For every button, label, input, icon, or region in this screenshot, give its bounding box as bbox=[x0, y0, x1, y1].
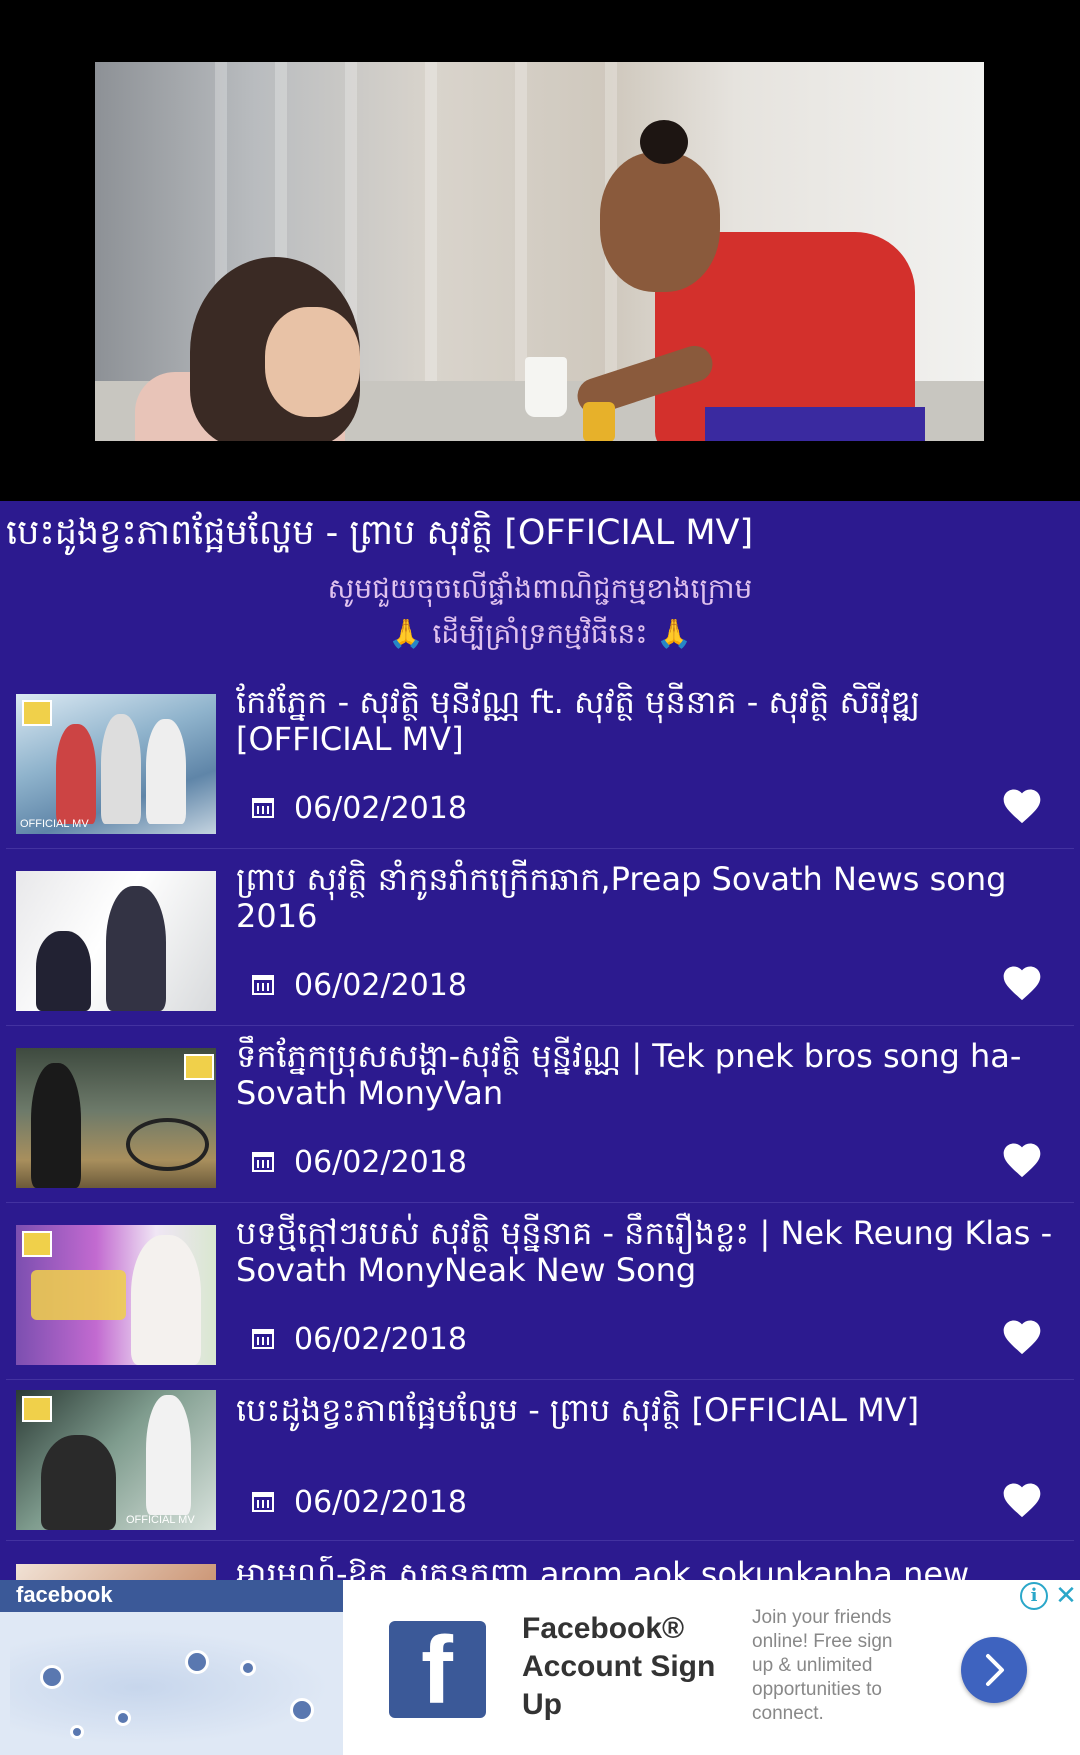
video-player[interactable] bbox=[0, 0, 1080, 501]
video-date: 06/02/2018 bbox=[294, 1144, 467, 1180]
video-thumbnail[interactable] bbox=[16, 1564, 216, 1580]
calendar-icon bbox=[252, 798, 274, 818]
video-thumbnail[interactable] bbox=[16, 1225, 216, 1365]
heart-icon[interactable] bbox=[1000, 1315, 1044, 1359]
list-item[interactable]: បទថ្មីក្តៅៗរបស់ សុវត្ថិ មុន្នីនាគ - នឹករ… bbox=[6, 1203, 1074, 1380]
video-date-row: 06/02/2018 bbox=[252, 965, 467, 1005]
channel-logo-icon bbox=[22, 1396, 52, 1422]
channel-logo-icon bbox=[22, 700, 52, 726]
calendar-icon bbox=[252, 1492, 274, 1512]
heart-icon[interactable] bbox=[1000, 1138, 1044, 1182]
list-item-partial[interactable]: អារម្មណ៍-ឱក សុគន្ធកញ្ញា arom aok sokunka… bbox=[0, 1556, 1080, 1580]
video-date-row: 06/02/2018 bbox=[252, 1482, 467, 1522]
close-icon[interactable]: ✕ bbox=[1052, 1582, 1080, 1610]
video-thumbnail[interactable]: OFFICIAL MV bbox=[16, 694, 216, 834]
heart-icon[interactable] bbox=[1000, 784, 1044, 828]
video-date: 06/02/2018 bbox=[294, 1321, 467, 1357]
ad-description: Join your friends online! Free sign up &… bbox=[752, 1607, 893, 1724]
support-line-1: សូមជួយចុចលើផ្ទាំងពាណិជ្ជកម្មខាងក្រោម bbox=[327, 572, 753, 605]
thumbnail-caption: OFFICIAL MV bbox=[126, 1514, 195, 1526]
video-date: 06/02/2018 bbox=[294, 967, 467, 1003]
video-title[interactable]: ព្រាប សុវត្ថិ នាំកូនរាំកក្រើកឆាក,Preap S… bbox=[236, 861, 1056, 935]
video-thumbnail[interactable] bbox=[16, 871, 216, 1011]
list-item[interactable]: ព្រាប សុវត្ថិ នាំកូនរាំកក្រើកឆាក,Preap S… bbox=[6, 849, 1074, 1026]
support-line-2-text: ដើម្បីគ្រាំទ្រកម្មវិធីនេះ bbox=[432, 617, 648, 650]
now-playing-title: បេះដូងខ្វះភាពផ្អែមល្ហែម - ព្រាប សុវត្ថិ … bbox=[6, 513, 754, 553]
video-title[interactable]: បេះដូងខ្វះភាពផ្អែមល្ហែម - ព្រាប សុវត្ថិ … bbox=[236, 1392, 1056, 1429]
ad-info-icon[interactable]: i bbox=[1020, 1582, 1048, 1610]
list-item[interactable]: ទឹកភ្នែកប្រុសសង្ហា-សុវត្ថិ មុន្នីវណ្ណ | … bbox=[6, 1026, 1074, 1203]
heart-icon[interactable] bbox=[1000, 961, 1044, 1005]
video-title[interactable]: អារម្មណ៍-ឱក សុគន្ធកញ្ញា arom aok sokunka… bbox=[236, 1556, 1056, 1580]
video-thumbnail[interactable] bbox=[16, 1048, 216, 1188]
ad-title[interactable]: Facebook® Account Sign Up bbox=[522, 1610, 722, 1724]
video-date: 06/02/2018 bbox=[294, 1484, 467, 1520]
video-date-row: 06/02/2018 bbox=[252, 1142, 467, 1182]
video-title[interactable]: កែវភ្នែក - សុវត្ថិ មុនីវណ្ណ ft. សុវត្ថិ … bbox=[236, 684, 1056, 758]
calendar-icon bbox=[252, 1329, 274, 1349]
chevron-right-icon bbox=[986, 1654, 1004, 1686]
facebook-logo-icon: f bbox=[389, 1621, 486, 1719]
facebook-wordmark: facebook bbox=[16, 1582, 113, 1607]
calendar-icon bbox=[252, 975, 274, 995]
thumbnail-caption: OFFICIAL MV bbox=[20, 818, 89, 830]
ad-image[interactable]: facebook bbox=[0, 1580, 343, 1755]
list-item[interactable]: OFFICIAL MV កែវភ្នែក - សុវត្ថិ មុនីវណ្ណ … bbox=[6, 672, 1074, 849]
video-date-row: 06/02/2018 bbox=[252, 1319, 467, 1359]
list-item[interactable]: OFFICIAL MV បេះដូងខ្វះភាពផ្អែមល្ហែម - ព្… bbox=[6, 1380, 1074, 1541]
calendar-icon bbox=[252, 1152, 274, 1172]
playlist: OFFICIAL MV កែវភ្នែក - សុវត្ថិ មុនីវណ្ណ … bbox=[0, 672, 1080, 1541]
channel-logo-icon bbox=[184, 1054, 214, 1080]
ad-banner[interactable]: facebook f Facebook® Account Sign Up Joi… bbox=[0, 1580, 1080, 1755]
channel-logo-icon bbox=[22, 1231, 52, 1257]
video-title[interactable]: បទថ្មីក្តៅៗរបស់ សុវត្ថិ មុន្នីនាគ - នឹករ… bbox=[236, 1215, 1056, 1289]
ad-cta-button[interactable] bbox=[961, 1637, 1027, 1703]
video-thumbnail[interactable]: OFFICIAL MV bbox=[16, 1390, 216, 1530]
support-message: សូមជួយចុចលើផ្ទាំងពាណិជ្ជកម្មខាងក្រោម 🙏 ដ… bbox=[0, 566, 1080, 656]
video-frame[interactable] bbox=[95, 62, 984, 441]
support-line-2: 🙏 ដើម្បីគ្រាំទ្រកម្មវិធីនេះ 🙏 bbox=[0, 611, 1080, 656]
video-title[interactable]: ទឹកភ្នែកប្រុសសង្ហា-សុវត្ថិ មុន្នីវណ្ណ | … bbox=[236, 1038, 1056, 1112]
heart-icon[interactable] bbox=[1000, 1478, 1044, 1522]
video-date-row: 06/02/2018 bbox=[252, 788, 467, 828]
praying-hands-icon: 🙏 bbox=[388, 617, 424, 650]
video-date: 06/02/2018 bbox=[294, 790, 467, 826]
praying-hands-icon: 🙏 bbox=[656, 617, 692, 650]
